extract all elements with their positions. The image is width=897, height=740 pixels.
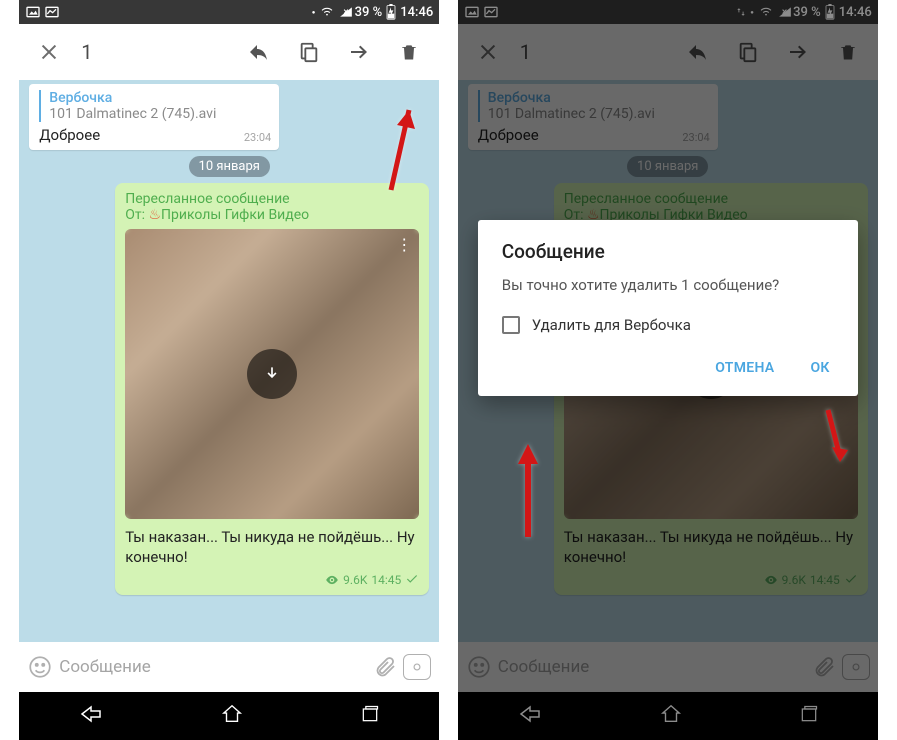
phone-right: ● × 39 % 14:46 1 Вербочка 101 Dalmatinec…: [458, 0, 878, 740]
media-menu-icon[interactable]: ⋮: [396, 235, 411, 254]
input-bar: Сообщение: [19, 642, 439, 692]
checkbox[interactable]: [502, 316, 520, 334]
reply-text: Доброее: [39, 126, 269, 144]
message-meta: 9.6K 14:45: [125, 572, 419, 589]
delete-button[interactable]: [387, 30, 431, 74]
checkbox-label: Удалить для Вербочка: [532, 316, 691, 334]
chart-icon: [44, 4, 60, 20]
status-bar: ● x × 39 % 14:46: [19, 0, 439, 24]
attach-button[interactable]: [373, 655, 397, 679]
download-button[interactable]: [247, 349, 297, 399]
ok-button[interactable]: ОК: [806, 350, 833, 386]
signal-x-icon: ×: [343, 7, 348, 18]
views-icon: [325, 573, 339, 587]
message-time: 14:45: [371, 573, 401, 587]
wifi-icon: [319, 5, 335, 19]
action-toolbar: 1: [19, 24, 439, 80]
wifi-dot-icon: ●: [312, 9, 316, 16]
reply-filename: 101 Dalmatinec 2 (745).avi: [49, 106, 269, 122]
nav-recent-button[interactable]: [359, 704, 381, 728]
dialog-checkbox-row[interactable]: Удалить для Вербочка: [502, 316, 834, 334]
reply-time: 23:04: [244, 131, 271, 144]
emoji-button[interactable]: [27, 654, 53, 680]
camera-button[interactable]: [403, 654, 431, 680]
forwarded-from: От: ♨Приколы Гифки Видео: [125, 207, 419, 223]
message-input[interactable]: Сообщение: [59, 657, 367, 677]
picture-icon: [25, 4, 41, 20]
reply-button[interactable]: [237, 30, 281, 74]
cancel-button[interactable]: ОТМЕНА: [711, 350, 778, 386]
chat-area[interactable]: Вербочка 101 Dalmatinec 2 (745).avi Добр…: [19, 80, 439, 642]
battery-percent: 39 %: [355, 5, 383, 20]
video-thumbnail[interactable]: ⋮: [125, 229, 419, 519]
delete-dialog: Сообщение Вы точно хотите удалить 1 сооб…: [478, 220, 858, 396]
selection-count: 1: [81, 40, 92, 64]
phone-left: ● x × 39 % 14:46 1 Вербочка 101 Dalmatin…: [19, 0, 439, 740]
nav-home-button[interactable]: [221, 703, 243, 729]
date-badge: 10 января: [189, 156, 270, 177]
clock-text: 14:46: [400, 5, 433, 20]
forwarded-message[interactable]: Пересланное сообщение От: ♨Приколы Гифки…: [115, 183, 429, 595]
close-button[interactable]: [27, 30, 71, 74]
copy-button[interactable]: [287, 30, 331, 74]
forward-button[interactable]: [337, 30, 381, 74]
dialog-title: Сообщение: [502, 240, 834, 263]
message-caption: Ты наказан... Ты никуда не пойдёшь... Ну…: [125, 527, 419, 568]
battery-icon: [386, 4, 396, 20]
dialog-body: Вы точно хотите удалить 1 сообщение?: [502, 275, 834, 296]
message-reply[interactable]: Вербочка 101 Dalmatinec 2 (745).avi Добр…: [29, 84, 279, 150]
views-count: 9.6K: [343, 573, 367, 587]
checkmark-icon: [405, 572, 419, 589]
nav-bar: [19, 692, 439, 740]
nav-back-button[interactable]: [77, 702, 105, 730]
reply-sender: Вербочка: [49, 90, 269, 106]
forwarded-label: Пересланное сообщение: [125, 191, 419, 207]
